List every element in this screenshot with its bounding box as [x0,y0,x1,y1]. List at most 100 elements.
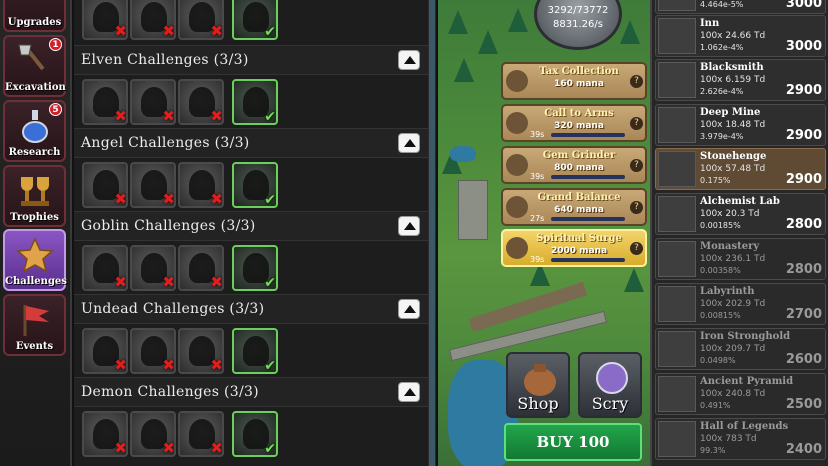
section-header: Angel Challenges (3/3) [74,128,428,158]
building-cost: 3000 [785,0,822,11]
building-row-iron-stronghold[interactable]: Iron Stronghold 100x 209.7 Td 0.0498% 26… [655,328,826,370]
spell-cooldown: 39s [530,130,545,139]
section-header: Demon Challenges (3/3) [74,377,428,407]
failed-icon: ✖ [210,273,223,291]
challenge-tile[interactable]: ✖ [178,79,224,125]
collapse-button[interactable] [398,50,420,70]
building-row-deep-mine[interactable]: Deep Mine 100x 18.48 Td 3.979e-4% 2900 [655,104,826,146]
scrollbar-thumb[interactable] [429,0,435,466]
nav-label: Events [15,341,54,352]
checkmark-icon: ✔ [264,275,276,291]
building-row-monastery[interactable]: Monastery 100x 236.1 Td 0.00358% 2800 [655,238,826,280]
help-icon[interactable]: ? [630,201,643,214]
building-row-alchemist-lab[interactable]: Alchemist Lab 100x 20.3 Td 0.00185% 2800 [655,193,826,235]
collapse-button[interactable] [398,133,420,153]
building-row-labyrinth[interactable]: Labyrinth 100x 202.9 Td 0.00815% 2700 [655,283,826,325]
potion-icon [21,110,48,143]
lab-icon [658,196,696,232]
spell-spiritual-surge[interactable]: Spiritual Surge 2000 mana 39s ? [501,229,647,267]
nav-challenges-button[interactable]: Challenges [3,229,67,291]
shop-button[interactable]: Shop [506,352,570,418]
failed-icon: ✖ [210,107,223,125]
building-row-inn[interactable]: Inn 100x 24.66 Td 1.062e-4% 3000 [655,15,826,57]
building-row[interactable]: 4.464e-5% 3000 [655,0,826,14]
building-row-stonehenge[interactable]: Stonehenge 100x 57.48 Td 0.175% 2900 [655,148,826,190]
failed-icon: ✖ [162,356,175,374]
challenge-tile[interactable]: ✖ [82,328,128,374]
building-row-blacksmith[interactable]: Blacksmith 100x 6.159 Td 2.626e-4% 2900 [655,59,826,101]
excavation-badge: 1 [49,38,62,51]
challenge-tile[interactable]: ✔ [232,0,278,40]
pond [450,146,476,162]
challenge-tile[interactable]: ✖ [82,245,128,291]
spell-call-to-arms[interactable]: Call to Arms 320 mana 39s ? [501,104,647,142]
failed-icon: ✖ [114,439,127,457]
spell-grand-balance[interactable]: Grand Balance 640 mana 27s ? [501,188,647,226]
collapse-button[interactable] [398,216,420,236]
challenge-tile[interactable]: ✖ [178,162,224,208]
challenge-tile[interactable]: ✖ [82,411,128,457]
help-icon[interactable]: ? [630,242,643,255]
nav-upgrades-button[interactable]: Upgrades [3,0,66,32]
challenge-tile[interactable]: ✖ [130,79,176,125]
challenge-tile[interactable]: ✖ [82,162,128,208]
building-row-ancient-pyramid[interactable]: Ancient Pyramid 100x 240.8 Td 0.491% 250… [655,373,826,415]
building-share: 0.0498% [700,356,736,365]
nav-trophies-button[interactable]: Trophies [3,165,66,227]
help-icon[interactable]: ? [630,75,643,88]
building-row-hall-of-legends[interactable]: Hall of Legends 100x 783 Td 99.3% 2400 [655,418,826,460]
section-title: Elven Challenges (3/3) [81,52,249,68]
tree [448,10,468,34]
scry-button[interactable]: Scry [578,352,642,418]
spell-tax-collection[interactable]: Tax Collection 160 mana ? [501,62,647,100]
monastery-icon [658,241,696,277]
challenge-tile[interactable]: ✖ [178,245,224,291]
challenge-tile[interactable]: ✔ [232,328,278,374]
challenge-tile[interactable]: ✖ [130,162,176,208]
collapse-button[interactable] [398,382,420,402]
nav-label: Excavation [5,82,66,93]
challenge-tile[interactable]: ✖ [130,411,176,457]
spell-gem-grinder[interactable]: Gem Grinder 800 mana 39s ? [501,146,647,184]
spell-cooldown: 39s [530,172,545,181]
scrollbar[interactable] [428,0,436,466]
spell-name: Grand Balance [537,192,621,203]
help-icon[interactable]: ? [630,159,643,172]
flag-icon [23,305,49,336]
building-share: 0.00185% [700,221,741,230]
building-count: 100x 202.9 Td [700,299,766,309]
checkmark-icon: ✔ [264,358,276,374]
help-icon[interactable]: ? [630,117,643,130]
challenge-tile[interactable]: ✖ [178,0,224,40]
challenge-tile[interactable]: ✔ [232,79,278,125]
nav-events-button[interactable]: Events [3,294,66,356]
checkmark-icon: ✔ [264,109,276,125]
buildings-list: 4.464e-5% 3000 Inn 100x 24.66 Td 1.062e-… [650,0,828,466]
building-count: 100x 24.66 Td [700,31,766,41]
nav-research-button[interactable]: 5 Research [3,100,66,162]
challenge-tile[interactable]: ✖ [178,328,224,374]
challenge-tile[interactable]: ✔ [232,245,278,291]
challenge-tile[interactable]: ✖ [178,411,224,457]
spell-name: Gem Grinder [542,150,616,161]
challenge-tile[interactable]: ✖ [130,0,176,40]
checkmark-icon: ✔ [264,192,276,208]
checkmark-icon: ✔ [264,24,276,40]
failed-icon: ✖ [210,356,223,374]
failed-icon: ✖ [162,107,175,125]
buy-100-button[interactable]: BUY 100 [504,423,642,461]
challenge-tile[interactable]: ✔ [232,162,278,208]
gem-icon [506,154,528,176]
section-title: Angel Challenges (3/3) [81,135,250,151]
building-count: 100x 20.3 Td [700,209,760,219]
section-title: Demon Challenges (3/3) [81,384,259,400]
challenge-tile[interactable]: ✖ [130,328,176,374]
challenge-tile[interactable]: ✖ [82,79,128,125]
challenge-tile[interactable]: ✔ [232,411,278,457]
challenge-tile[interactable]: ✖ [82,0,128,40]
checkmark-icon: ✔ [264,441,276,457]
collapse-button[interactable] [398,299,420,319]
challenge-tile[interactable]: ✖ [130,245,176,291]
nav-excavation-button[interactable]: 1 Excavation [3,35,66,97]
shop-label: Shop [517,394,559,413]
